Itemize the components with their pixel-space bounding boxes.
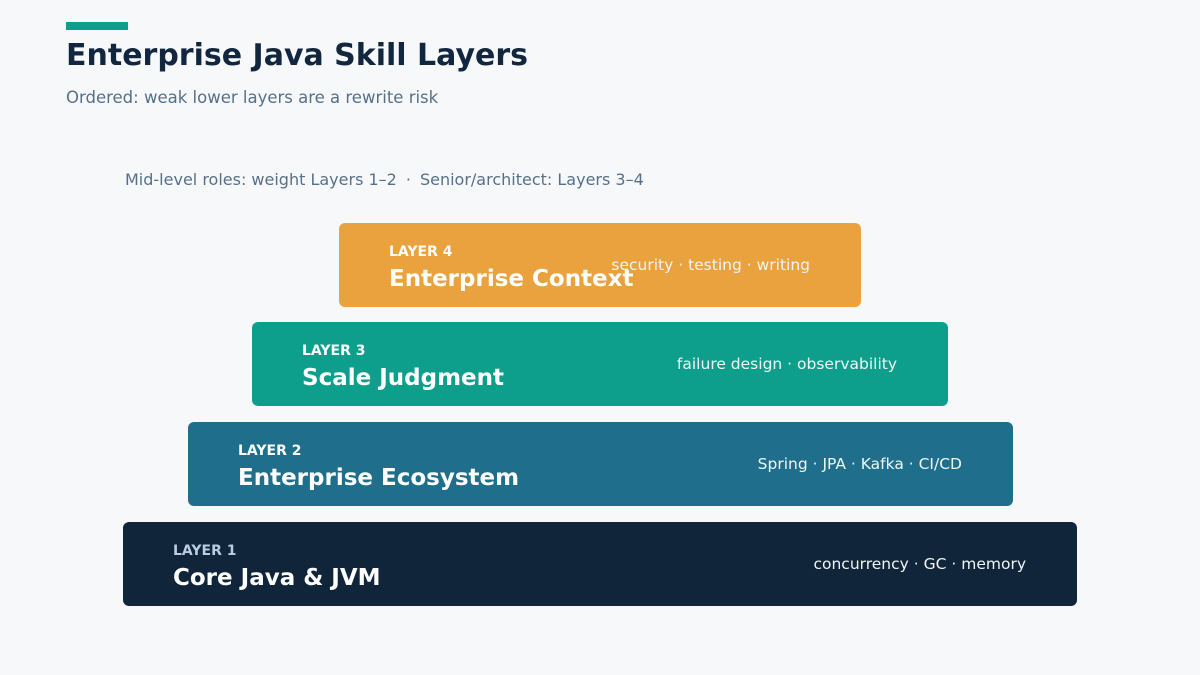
layer-1-tag: LAYER 1: [173, 543, 237, 559]
layer-1-block: LAYER 1 Core Java & JVM concurrency · GC…: [123, 522, 1077, 606]
page-title: Enterprise Java Skill Layers: [66, 38, 529, 73]
layer-4-tag: LAYER 4: [389, 244, 453, 260]
layer-2-block: LAYER 2 Enterprise Ecosystem Spring · JP…: [188, 422, 1013, 506]
senior-note: Senior/architect: Layers 3–4: [419, 170, 644, 189]
layer-1-detail: concurrency · GC · memory: [813, 555, 1026, 573]
layer-4-block: LAYER 4 Enterprise Context security · te…: [339, 223, 861, 307]
layer-3-detail: failure design · observability: [676, 355, 897, 373]
mid-level-note: Mid-level roles: weight Layers 1–2: [125, 170, 397, 189]
layer-2-tag: LAYER 2: [238, 443, 302, 459]
layer-3-block: LAYER 3 Scale Judgment failure design · …: [252, 322, 948, 406]
layer-4-detail: security · testing · writing: [611, 256, 810, 274]
roles-note: Mid-level roles: weight Layers 1–2 · Senio…: [125, 168, 644, 192]
layer-2-name: Enterprise Ecosystem: [238, 465, 520, 491]
title-accent-bar: [66, 22, 128, 30]
page-subtitle: Ordered: weak lower layers are a rewrite…: [66, 88, 439, 107]
layer-3-tag: LAYER 3: [302, 343, 366, 359]
layer-1-name: Core Java & JVM: [173, 565, 381, 591]
layer-2-detail: Spring · JPA · Kafka · CI/CD: [757, 455, 962, 473]
note-separator: ·: [405, 170, 411, 189]
layer-3-name: Scale Judgment: [302, 365, 505, 391]
layer-4-name: Enterprise Context: [389, 266, 634, 292]
